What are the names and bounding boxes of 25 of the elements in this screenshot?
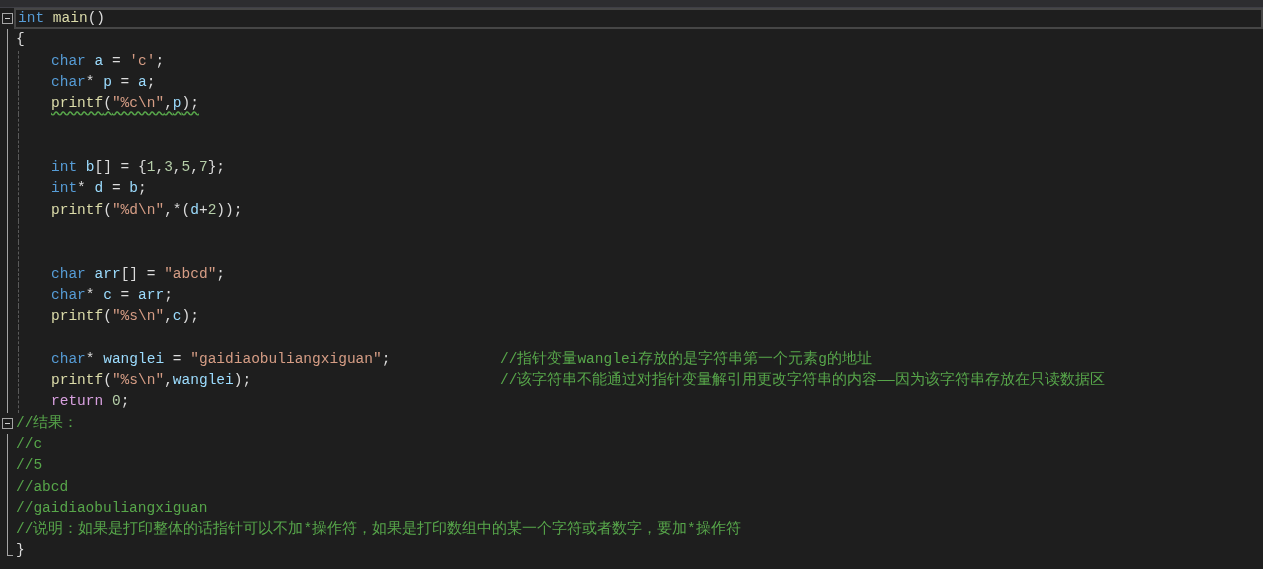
- code-comment: //abcd: [16, 478, 69, 495]
- collapse-icon[interactable]: [1, 417, 13, 429]
- code-comment: //5: [16, 457, 43, 474]
- code-line: char a = 'c';: [51, 52, 165, 69]
- code-comment: //c: [16, 435, 43, 452]
- code-line: int* d = b;: [51, 180, 147, 197]
- code-comment: //该字符串不能通过对指针变量解引用更改字符串的内容——因为该字符串存放在只读数据区: [500, 370, 1105, 391]
- code-line: return 0;: [51, 393, 130, 410]
- code-line: char* p = a;: [51, 73, 156, 90]
- code-line: int main(): [18, 10, 106, 26]
- code-line: printf("%d\n",*(d+2));: [51, 201, 243, 218]
- code-line: }: [16, 542, 25, 559]
- code-comment: //结果：: [16, 414, 79, 431]
- code-line: char arr[] = "abcd";: [51, 265, 226, 282]
- code-comment: //说明：如果是打印整体的话指针可以不加*操作符，如果是打印数组中的某一个字符或者数字，要加*操作符: [16, 521, 741, 538]
- code-comment: //指针变量wanglei存放的是字符串第一个元素g的地址: [500, 349, 872, 369]
- code-comment: //gaidiaobuliangxiguan: [16, 499, 208, 516]
- code-line: char* wanglei = "gaidiaobuliangxiguan";: [51, 350, 391, 367]
- code-line: printf("%s\n",wanglei);: [51, 372, 252, 389]
- code-line: {: [16, 31, 25, 48]
- code-line: int b[] = {1,3,5,7};: [51, 159, 226, 176]
- code-line: printf("%s\n",c);: [51, 308, 199, 325]
- code-line: printf("%c\n",p);: [51, 95, 199, 112]
- code-line: char* c = arr;: [51, 286, 173, 303]
- collapse-icon[interactable]: [1, 13, 13, 25]
